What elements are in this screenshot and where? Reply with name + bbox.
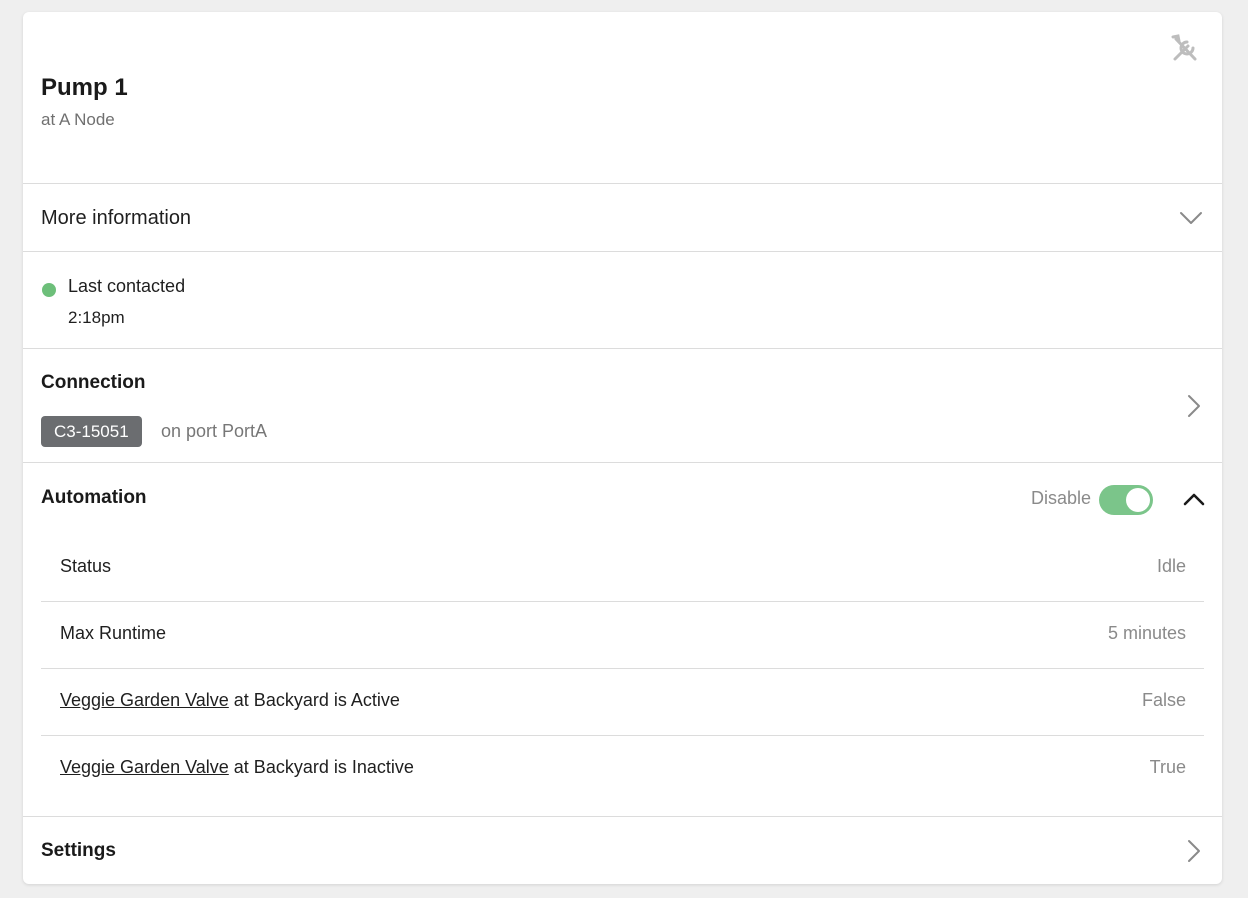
row-label: Max Runtime bbox=[60, 623, 167, 643]
device-title: Pump 1 bbox=[41, 74, 128, 101]
status-dot bbox=[42, 283, 56, 297]
chevron-right-icon bbox=[1188, 840, 1200, 862]
valve-link[interactable]: Veggie Garden Valve bbox=[60, 690, 229, 710]
tools-icon[interactable] bbox=[1168, 32, 1202, 66]
connection-badge: C3-15051 bbox=[41, 416, 142, 447]
last-contacted-row: Last contacted 2:18pm bbox=[23, 252, 1222, 349]
chevron-down-icon bbox=[1180, 212, 1202, 224]
automation-row-valve-active: Veggie Garden Valve at Backyard is Activ… bbox=[41, 669, 1204, 736]
automation-list: Status Idle Max Runtime 5 minutes Veggie… bbox=[41, 535, 1204, 803]
last-contacted-time: 2:18pm bbox=[68, 308, 125, 327]
connection-row[interactable]: Connection C3-15051 on port PortA bbox=[23, 349, 1222, 463]
settings-title: Settings bbox=[41, 840, 116, 861]
chevron-up-icon[interactable] bbox=[1180, 485, 1208, 513]
automation-header: Automation Disable bbox=[23, 463, 1222, 535]
row-label-text: at Backyard is Inactive bbox=[228, 757, 414, 777]
chevron-right-icon bbox=[1188, 395, 1200, 417]
row-label: Veggie Garden Valve at Backyard is Inact… bbox=[60, 757, 414, 778]
device-subtitle: at A Node bbox=[41, 110, 115, 129]
automation-title: Automation bbox=[41, 487, 147, 508]
automation-row-status: Status Idle bbox=[41, 535, 1204, 602]
device-card: Pump 1 at A Node More information Last c… bbox=[23, 12, 1222, 884]
automation-toggle[interactable] bbox=[1099, 485, 1153, 515]
row-value: False bbox=[1141, 690, 1186, 710]
toggle-label: Disable bbox=[1030, 488, 1091, 508]
row-label: Status bbox=[60, 556, 112, 576]
row-label: Veggie Garden Valve at Backyard is Activ… bbox=[60, 690, 400, 711]
device-header: Pump 1 at A Node bbox=[23, 12, 1222, 184]
automation-row-max-runtime: Max Runtime 5 minutes bbox=[41, 602, 1204, 669]
row-value: Idle bbox=[1156, 556, 1186, 576]
connection-title: Connection bbox=[41, 372, 146, 393]
row-value: 5 minutes bbox=[1107, 623, 1186, 643]
row-label-text: at Backyard is Active bbox=[228, 690, 400, 710]
connection-port-text: on port PortA bbox=[161, 421, 268, 441]
last-contacted-label: Last contacted bbox=[68, 276, 186, 296]
more-information-label: More information bbox=[41, 207, 192, 229]
toggle-knob bbox=[1126, 488, 1150, 512]
valve-link[interactable]: Veggie Garden Valve bbox=[60, 757, 229, 777]
more-information-row[interactable]: More information bbox=[23, 184, 1222, 252]
automation-row-valve-inactive: Veggie Garden Valve at Backyard is Inact… bbox=[41, 736, 1204, 803]
row-value: True bbox=[1149, 757, 1186, 777]
settings-row[interactable]: Settings bbox=[23, 816, 1222, 884]
